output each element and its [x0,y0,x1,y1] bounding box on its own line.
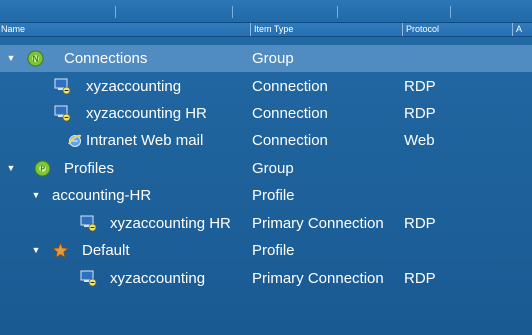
tree-row-connections-group[interactable]: ▼ N Connections Group [0,45,532,72]
tree-row-profile[interactable]: ▼ Default Profile [0,237,532,264]
expand-toggle[interactable]: ▼ [6,45,16,72]
tree-row-name: accounting-HR [52,187,152,204]
tree-row-primary-connection[interactable]: xyzaccounting Primary Connection RDP [0,265,532,292]
svg-text:N: N [33,55,39,64]
rdp-connection-icon [80,270,97,287]
tree-row-name: xyzaccounting [86,78,182,95]
rdp-connection-icon [54,105,71,122]
tree-row-type: Group [252,50,294,67]
expand-toggle[interactable]: ▼ [31,237,41,264]
tree-row-type: Group [252,160,294,177]
rdp-connection-icon [80,215,97,232]
toolbar-divider [232,6,233,18]
tree-row-name: Connections [64,50,148,67]
tree-row-protocol: Web [404,132,435,149]
web-browser-icon [66,132,83,149]
tree-row-protocol: RDP [404,78,436,95]
column-header-bar: Name Item Type Protocol A [0,23,532,37]
tree-row-protocol: RDP [404,215,436,232]
tree-row-type: Connection [252,132,328,149]
column-header-extra[interactable]: A [512,23,532,36]
toolbar-divider [450,6,451,18]
column-header-item-type[interactable]: Item Type [250,23,402,36]
toolbar-strip [0,0,532,23]
tree-row-connection[interactable]: Intranet Web mail Connection Web [0,127,532,154]
tree-row-name: Profiles [64,160,115,177]
tree-row-type: Connection [252,105,328,122]
toolbar-divider [115,6,116,18]
tree-row-type: Connection [252,78,328,95]
tree-row-name: xyzaccounting [110,270,206,287]
tree-row-connection[interactable]: xyzaccounting HR Connection RDP [0,100,532,127]
expand-toggle[interactable]: ▼ [6,155,16,182]
tree-row-name: Default [82,242,130,259]
column-header-name[interactable]: Name [0,23,250,36]
tree-row-type: Primary Connection [252,270,384,287]
profile-star-icon [52,242,69,259]
group-icon: P [34,160,51,177]
connection-manager-window: Name Item Type Protocol A ▼ N Connection… [0,0,532,335]
tree-row-connection[interactable]: xyzaccounting Connection RDP [0,73,532,100]
tree-row-name: xyzaccounting HR [110,215,231,232]
tree-row-name: xyzaccounting HR [86,105,207,122]
svg-text:P: P [40,165,45,174]
tree-row-primary-connection[interactable]: xyzaccounting HR Primary Connection RDP [0,210,532,237]
tree-row-type: Profile [252,187,295,204]
tree-row-type: Profile [252,242,295,259]
column-header-protocol[interactable]: Protocol [402,23,512,36]
tree-row-profile[interactable]: ▼ accounting-HR Profile [0,182,532,209]
expand-toggle[interactable]: ▼ [31,182,41,209]
rdp-connection-icon [54,78,71,95]
tree-row-type: Primary Connection [252,215,384,232]
tree-row-profiles-group[interactable]: ▼ P Profiles Group [0,155,532,182]
tree-row-name: Intranet Web mail [86,132,204,149]
tree-list: ▼ N Connections Group xyzaccounting Conn… [0,37,532,335]
tree-row-protocol: RDP [404,105,436,122]
tree-row-protocol: RDP [404,270,436,287]
group-icon: N [27,50,44,67]
toolbar-divider [337,6,338,18]
